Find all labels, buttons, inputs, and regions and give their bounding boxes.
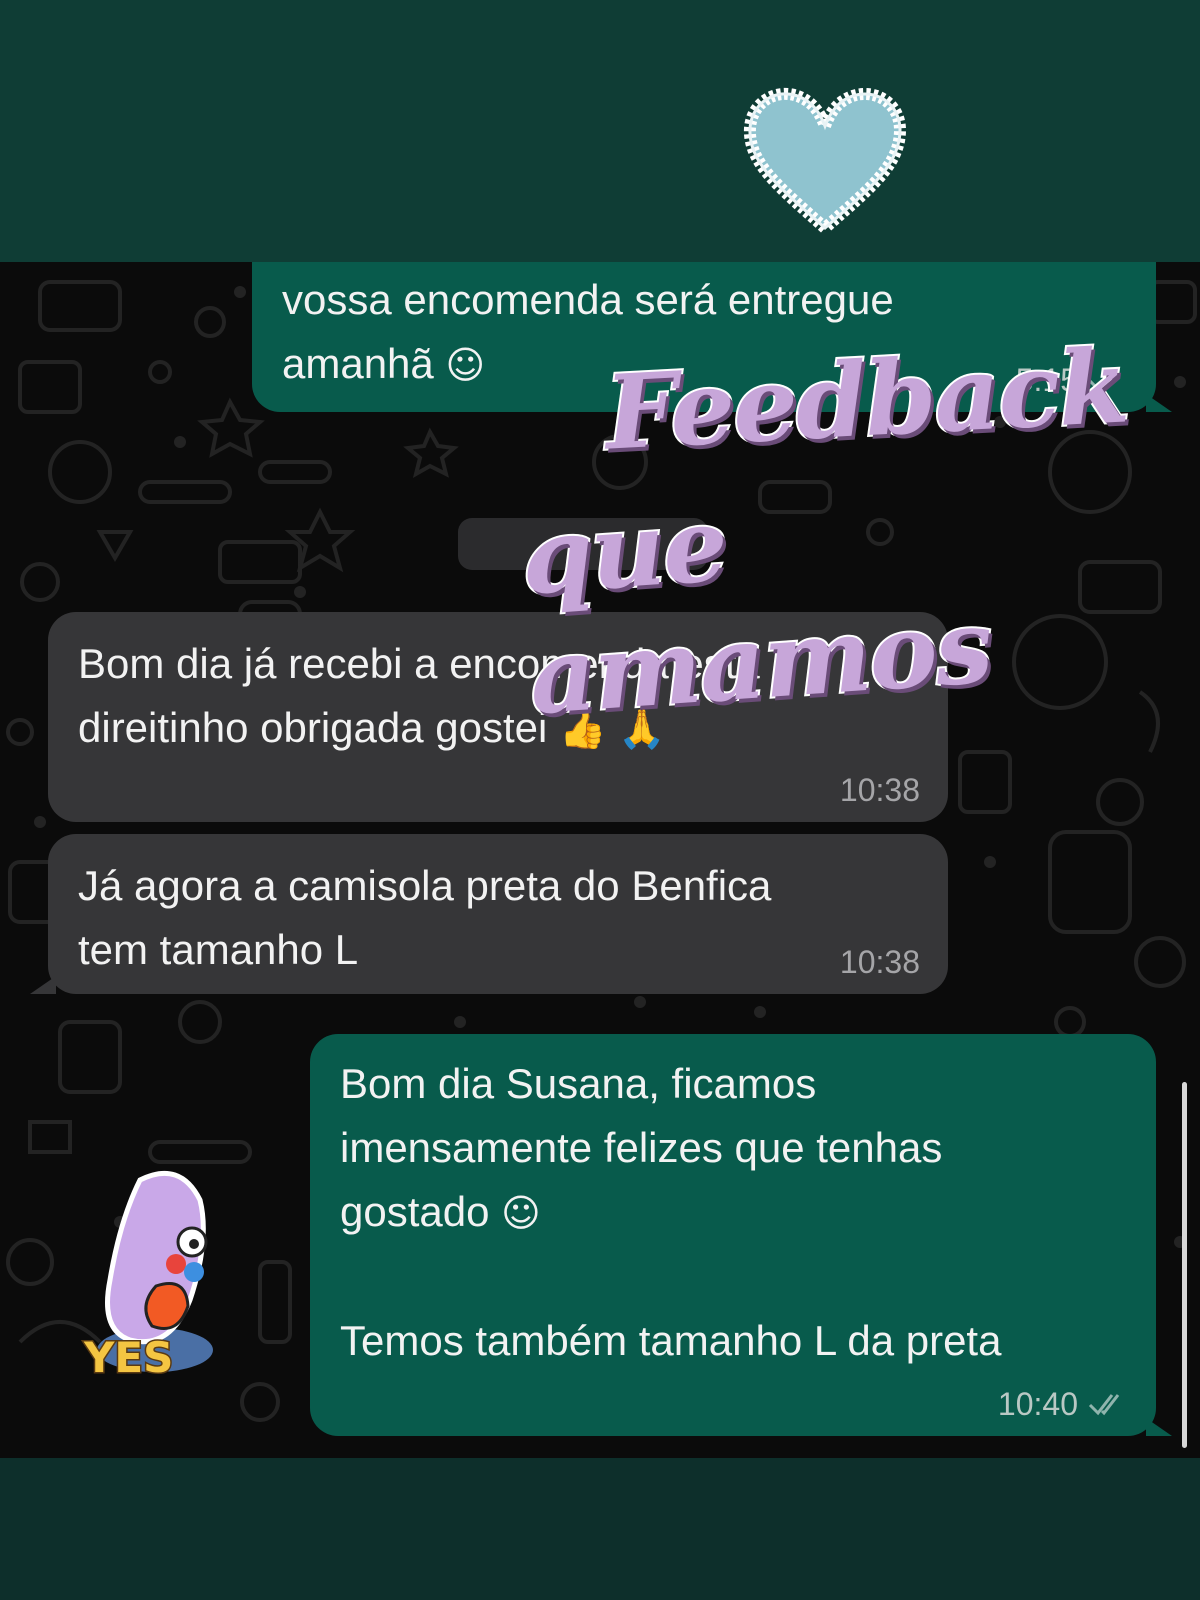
double-check-icon xyxy=(1088,1394,1120,1416)
message-text: Já agora a camisola preta do Benfica tem… xyxy=(78,862,772,973)
message-time: 10:38 xyxy=(839,772,920,808)
bottom-band xyxy=(0,1458,1200,1600)
sticker-text: YES xyxy=(83,1333,173,1380)
scrollbar[interactable] xyxy=(1182,1082,1187,1448)
message-text: Bom dia Susana, ficamos imensamente feli… xyxy=(340,1052,1116,1245)
message-meta: 10:38 xyxy=(840,772,920,808)
bubble-tail xyxy=(1146,394,1172,412)
message-meta: 10:40 xyxy=(998,1386,1128,1422)
overlay-title-line2: que amamos xyxy=(515,483,996,741)
message-time: 10:38 xyxy=(839,944,920,980)
smiling-face-emoji: ☺ xyxy=(501,1191,541,1235)
yes-sticker: YES xyxy=(82,1170,213,1380)
message-bubble-outgoing[interactable]: Bom dia Susana, ficamos imensamente feli… xyxy=(310,1034,1156,1436)
message-meta: 10:38 xyxy=(840,944,920,980)
smiling-face-emoji: ☺ xyxy=(445,343,486,387)
message-time: 10:40 xyxy=(997,1386,1078,1422)
bubble-tail xyxy=(1146,1418,1172,1436)
message-text-second-paragraph: Temos também tamanho L da preta xyxy=(340,1317,1002,1364)
bubble-tail xyxy=(30,976,56,994)
top-band xyxy=(0,0,1200,262)
message-bubble-incoming[interactable]: Já agora a camisola preta do Benfica tem… xyxy=(48,834,948,994)
heart-icon xyxy=(743,87,907,237)
